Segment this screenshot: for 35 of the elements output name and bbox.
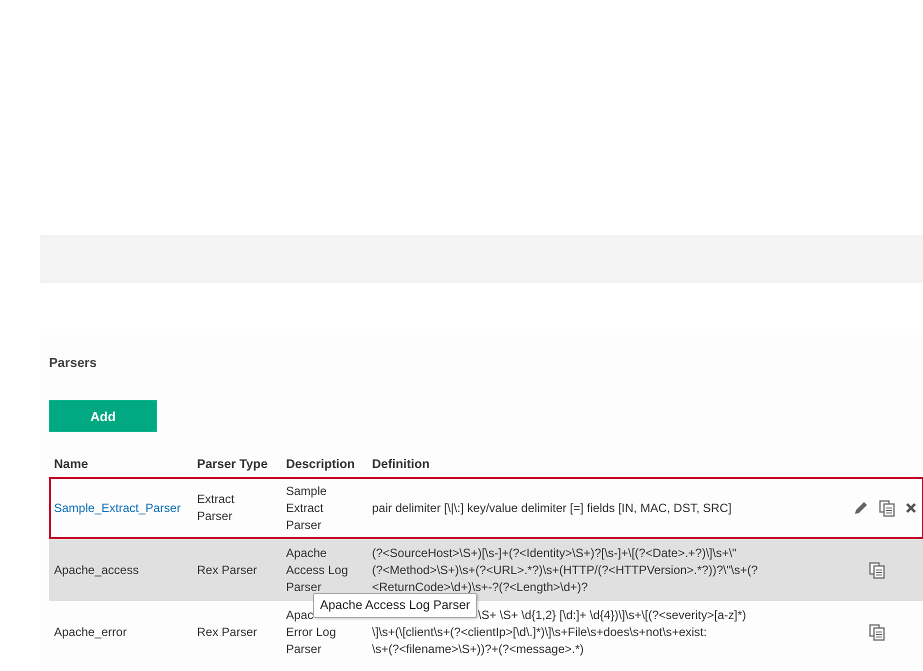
column-header: Parser Type <box>192 457 281 477</box>
close-icon[interactable] <box>905 502 917 514</box>
table-row[interactable]: Sample_Extract_Parser Extract Parser Sample Extract Parser pair delimiter [\|\:] key/value delimiter [=] fields [IN, MAC, DST, SRC] <box>49 477 923 539</box>
section-title: Parsers <box>49 355 98 372</box>
copy-icon[interactable] <box>869 562 885 578</box>
definition-line: pair delimiter [\|\:] key/value delimiter [=] fields [IN, MAC, DST, SRC] <box>372 500 732 514</box>
column-header: Definition <box>367 457 833 477</box>
add-button[interactable]: Add <box>49 400 157 432</box>
definition-line: \s+(?<filename>\S+))?+(?<message>.*) <box>372 642 584 656</box>
definition-line: (?<Method>\S+)\s+(?<URL>.*?)\s+(HTTP/(?<HTTPVersion>.*?))?\"\s+(? <box>372 562 758 576</box>
definition-line: \]\s+(\[client\s+(?<clientIp>[\d\.]*)\]\s+File\s+does\s+not\s+exist: <box>372 624 707 638</box>
description-line: Apache <box>286 546 327 560</box>
description-line: Apac <box>286 608 314 622</box>
definition-line: <ReturnCode>\d+)\s+-?(?<Length>\d+)? <box>372 580 588 594</box>
description-line: Access Log <box>286 562 348 576</box>
description-line: Parser <box>286 580 322 594</box>
parser-name: Apache_access <box>54 562 139 576</box>
parser-link[interactable]: Sample_Extract_Parser <box>54 500 181 514</box>
definition-line: (?<SourceHost>\S+)[\s-]+(?<Identity>\S+)?[\s-]+\[(?<Date>.+?)\]\s+\" <box>372 546 736 560</box>
column-header: Name <box>49 457 192 477</box>
copy-icon[interactable] <box>879 500 895 516</box>
copy-icon[interactable] <box>869 624 885 640</box>
parser-name: Apache_error <box>54 624 127 638</box>
edit-icon[interactable] <box>853 500 869 516</box>
description-line: Parser <box>286 642 322 656</box>
definition-line: \S+ \S+ \d{1,2} [\d:]+ \d{4})\]\s+\[(?<severity>[a-z]*) <box>478 608 746 622</box>
column-header: Description <box>281 457 367 477</box>
description-line: Sample <box>286 484 327 498</box>
parser-type: Rex Parser <box>197 624 258 640</box>
parser-type: Rex Parser <box>197 562 258 578</box>
description-line: Parser <box>286 518 322 532</box>
tooltip: Apache Access Log Parser <box>313 593 478 618</box>
description-line: Error Log <box>286 624 336 638</box>
description-line: Extract <box>286 500 324 514</box>
parser-type: Extract Parser <box>197 491 236 525</box>
